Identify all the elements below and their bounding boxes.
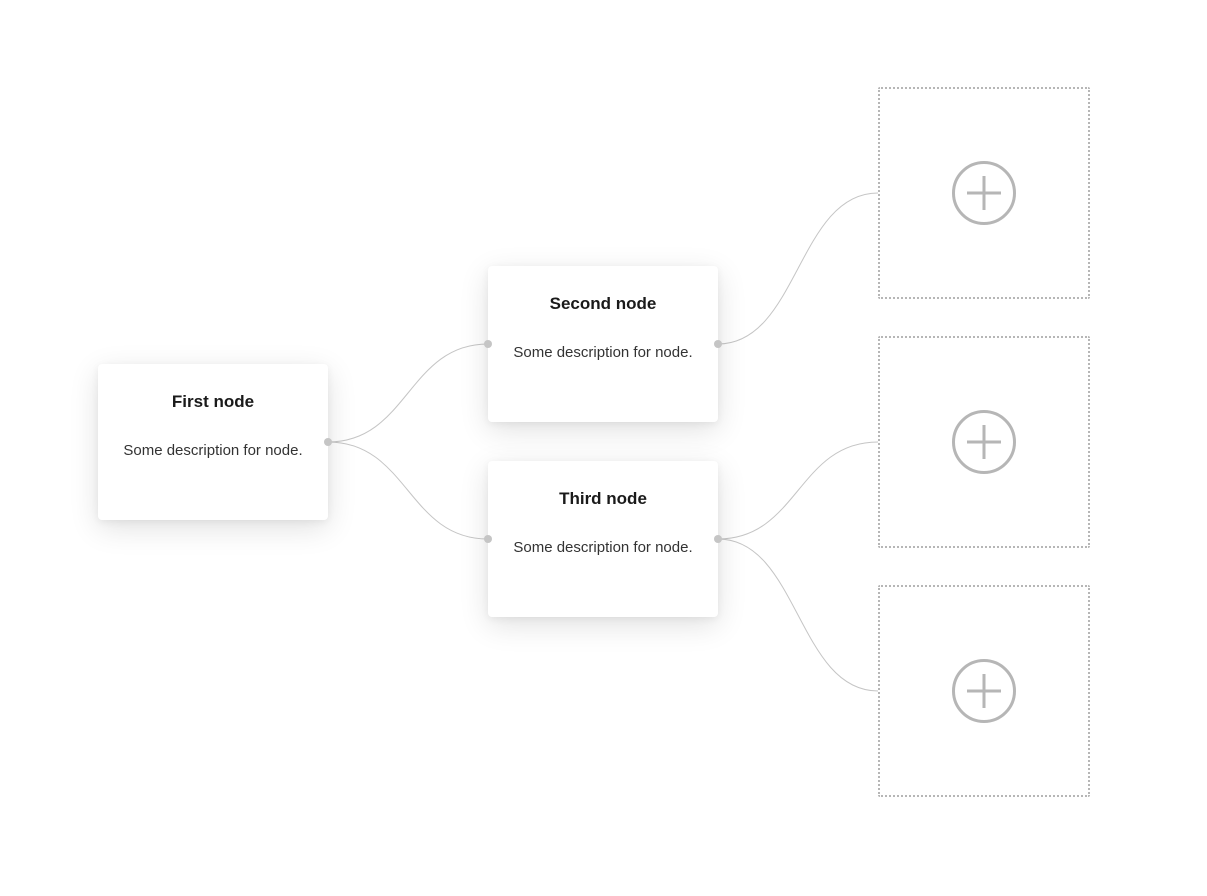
output-port[interactable] <box>324 438 332 446</box>
node-first[interactable]: First node Some description for node. <box>98 364 328 520</box>
node-description: Some description for node. <box>488 344 718 361</box>
diagram-canvas[interactable]: First node Some description for node. Se… <box>0 0 1207 896</box>
node-description: Some description for node. <box>98 442 328 459</box>
add-node-placeholder-1[interactable] <box>878 87 1090 299</box>
node-title: Third node <box>488 489 718 509</box>
connector-second-ph1 <box>718 193 878 344</box>
add-node-placeholder-3[interactable] <box>878 585 1090 797</box>
connector-third-ph3 <box>718 539 878 691</box>
input-port[interactable] <box>484 340 492 348</box>
plus-icon <box>952 161 1016 225</box>
node-third[interactable]: Third node Some description for node. <box>488 461 718 617</box>
add-node-placeholder-2[interactable] <box>878 336 1090 548</box>
node-title: First node <box>98 392 328 412</box>
node-second[interactable]: Second node Some description for node. <box>488 266 718 422</box>
input-port[interactable] <box>484 535 492 543</box>
output-port[interactable] <box>714 340 722 348</box>
connector-first-third <box>328 442 488 539</box>
node-title: Second node <box>488 294 718 314</box>
node-description: Some description for node. <box>488 539 718 556</box>
output-port[interactable] <box>714 535 722 543</box>
connector-third-ph2 <box>718 442 878 539</box>
plus-icon <box>952 659 1016 723</box>
plus-icon <box>952 410 1016 474</box>
connector-first-second <box>328 344 488 442</box>
